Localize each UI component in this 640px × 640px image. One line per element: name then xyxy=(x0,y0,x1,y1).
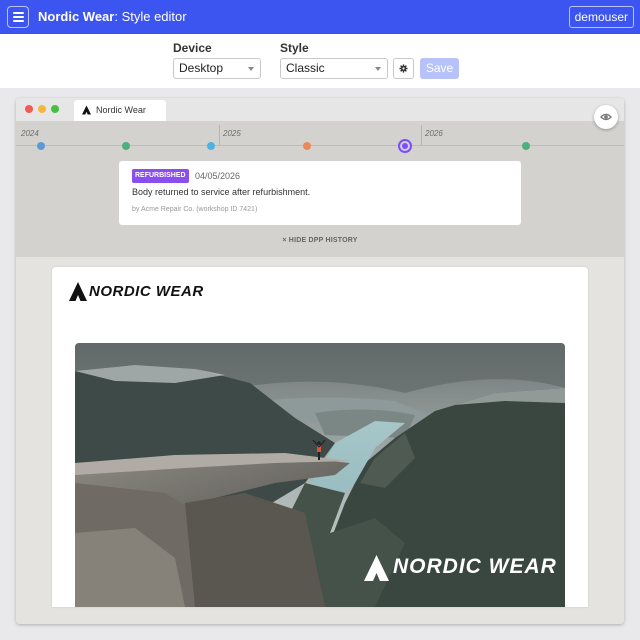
timeline-line xyxy=(16,145,624,146)
timeline-event-dot[interactable] xyxy=(122,142,130,150)
site-logo-text: NORDIC WEAR xyxy=(89,283,204,300)
top-app-bar: Nordic Wear: Style editor demouser xyxy=(0,0,640,34)
hero-image: NORDIC WEAR xyxy=(75,343,565,607)
app-brand-name: Nordic Wear xyxy=(38,9,115,24)
style-select[interactable]: Classic xyxy=(280,58,388,79)
style-settings-button[interactable] xyxy=(393,58,414,79)
save-button[interactable]: Save xyxy=(420,58,459,79)
brand-logo-icon xyxy=(82,105,91,115)
app-title: Nordic Wear: Style editor xyxy=(38,9,187,24)
event-byline: by Acme Repair Co. (workshop ID 7421) xyxy=(132,206,258,213)
timeline-year: 2024 xyxy=(21,129,39,138)
brand-logo-icon xyxy=(69,282,87,301)
timeline-year-divider xyxy=(219,125,220,145)
eye-icon xyxy=(600,113,612,121)
minimize-window-dot xyxy=(38,105,46,113)
event-detail-card: REFURBISHED 04/05/2026 Body returned to … xyxy=(119,161,521,225)
maximize-window-dot xyxy=(51,105,59,113)
gear-icon xyxy=(399,64,408,73)
browser-tab[interactable]: Nordic Wear xyxy=(74,100,166,121)
hero-logo-text: NORDIC WEAR xyxy=(393,555,557,578)
preview-page: NORDIC WEAR NORDIC WEAR xyxy=(16,257,624,624)
timeline-year: 2025 xyxy=(223,129,241,138)
timeline-event-dot[interactable] xyxy=(37,142,45,150)
device-select-value: Desktop xyxy=(179,61,224,75)
timeline-year-divider xyxy=(421,125,422,145)
hide-dpp-history-link[interactable]: × HIDE DPP HISTORY xyxy=(16,237,624,244)
timeline-event-dot[interactable] xyxy=(303,142,311,150)
toggle-preview-button[interactable] xyxy=(594,105,618,129)
timeline-year-bar: 2024 2025 2026 xyxy=(16,121,624,146)
hamburger-menu-icon[interactable] xyxy=(7,6,29,28)
close-window-dot xyxy=(25,105,33,113)
timeline-year: 2026 xyxy=(425,129,443,138)
timeline-event-dot[interactable] xyxy=(522,142,530,150)
event-date: 04/05/2026 xyxy=(195,171,241,181)
timeline-event-dot-selected[interactable] xyxy=(398,139,412,153)
editor-toolbar: Device Desktop Style Classic Save xyxy=(0,34,640,88)
event-description: Body returned to service after refurbish… xyxy=(132,187,311,197)
device-select[interactable]: Desktop xyxy=(173,58,261,79)
brand-logo-icon xyxy=(364,555,389,581)
tab-title: Nordic Wear xyxy=(96,105,146,115)
page-sheet: NORDIC WEAR NORDIC WEAR xyxy=(52,267,588,607)
dpp-history-panel: 2024 2025 2026 REFURBISHED 04/05/2026 Bo… xyxy=(16,121,624,257)
browser-chrome: Nordic Wear xyxy=(16,98,624,121)
style-select-value: Classic xyxy=(286,61,325,75)
user-menu-button[interactable]: demouser xyxy=(568,6,634,28)
chevron-down-icon xyxy=(248,67,254,71)
chevron-down-icon xyxy=(375,67,381,71)
style-label: Style xyxy=(280,41,309,55)
app-title-suffix: : Style editor xyxy=(114,9,187,24)
preview-browser-window: Nordic Wear 2024 2025 2026 REFURBISHED 0… xyxy=(16,98,624,624)
timeline-event-dot[interactable] xyxy=(207,142,215,150)
device-label: Device xyxy=(173,41,212,55)
status-badge: REFURBISHED xyxy=(132,169,189,183)
